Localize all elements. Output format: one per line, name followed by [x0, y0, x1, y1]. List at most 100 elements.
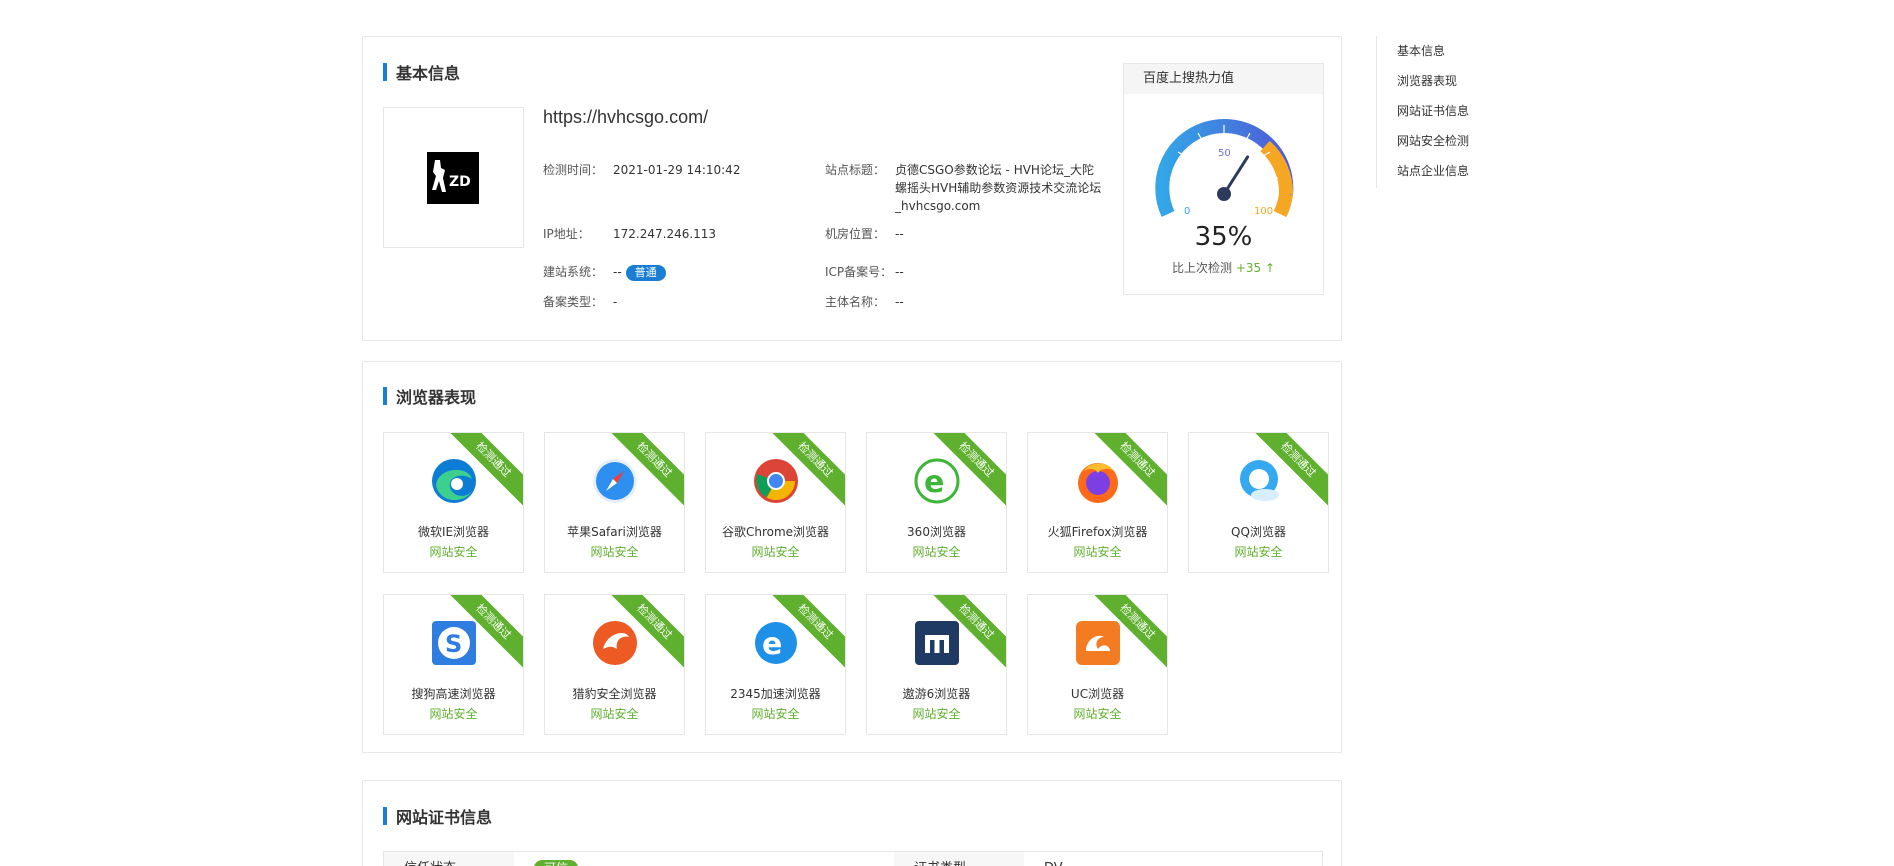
browser-panel-title: 浏览器表现: [383, 386, 476, 407]
browser-card-chrome: 检测通过 谷歌Chrome浏览器 网站安全: [705, 432, 846, 573]
cert-type-label: 证书类型: [894, 852, 1024, 866]
basic-info-panel: 基本信息 ZD https://hvhcsgo.com/ 检测时间： 2021-…: [362, 36, 1342, 341]
ip-label: IP地址：: [543, 227, 590, 241]
safari-icon: [593, 459, 637, 503]
owner-label: 主体名称：: [825, 295, 886, 309]
browser-card-uc: 检测通过 UC浏览器 网站安全: [1027, 594, 1168, 735]
browser-status: 网站安全: [590, 545, 639, 559]
edge-icon: [432, 459, 476, 503]
gauge-hub: [1217, 187, 1231, 201]
heat-gauge-card: 百度上搜热力值 0 50 100 35% 比上次检测 +35 ↑: [1123, 63, 1324, 295]
heat-gauge-compare: 比上次检测 +35 ↑: [1124, 259, 1323, 276]
browser-name: UC浏览器: [1070, 687, 1125, 701]
owner-value: --: [895, 295, 904, 309]
gauge-tick-max: 100: [1254, 206, 1273, 217]
browser-card-maxthon: 检测通过 遨游6浏览器 网站安全: [866, 594, 1007, 735]
section-nav: 基本信息 浏览器表现 网站证书信息 网站安全检测 站点企业信息: [1376, 36, 1476, 188]
browser-status: 网站安全: [1234, 545, 1283, 559]
browser-status: 网站安全: [1073, 707, 1122, 721]
cms-value: --: [613, 265, 622, 279]
site-logo-box: ZD: [383, 107, 524, 248]
browser-card-2345: 检测通过 e 2345加速浏览器 网站安全: [705, 594, 846, 735]
gauge-tick-min: 0: [1184, 206, 1190, 217]
site-url[interactable]: https://hvhcsgo.com/: [543, 107, 708, 128]
gauge-arc-orange: [1273, 192, 1293, 218]
cms-value-wrap: -- 普通: [613, 263, 666, 281]
nav-item-browser[interactable]: 浏览器表现: [1397, 72, 1457, 89]
heat-gauge: 0 50 100: [1155, 119, 1294, 218]
room-value: --: [895, 227, 904, 241]
cert-panel: 网站证书信息 信任状态 可信 证书类型 DV: [362, 780, 1342, 866]
cert-table: 信任状态 可信 证书类型 DV: [383, 851, 1323, 866]
browser-name: 火狐Firefox浏览器: [1047, 525, 1148, 539]
nav-item-enterprise[interactable]: 站点企业信息: [1397, 162, 1469, 179]
cert-panel-title: 网站证书信息: [383, 806, 492, 827]
2345-browser-icon: e: [755, 622, 797, 664]
uc-browser-icon: [1076, 621, 1120, 665]
nav-item-security[interactable]: 网站安全检测: [1397, 132, 1469, 149]
browser-card-safari: 检测通过 苹果Safari浏览器 网站安全: [544, 432, 685, 573]
browser-card-360: 检测通过 e 360浏览器 网站安全: [866, 432, 1007, 573]
maxthon-icon: [915, 621, 959, 665]
site-title-label: 站点标题：: [825, 163, 886, 177]
browser-name: 谷歌Chrome浏览器: [721, 525, 830, 539]
trust-label: 信任状态: [384, 852, 514, 866]
svg-text:e: e: [762, 627, 782, 662]
svg-text:e: e: [924, 465, 944, 500]
browser-name: QQ浏览器: [1231, 525, 1286, 539]
site-title-line1: 贞德CSGO参数论坛 - HVH论坛_大陀: [895, 163, 1094, 177]
site-title-line3: _hvhcsgo.com: [895, 199, 981, 213]
record-type-label: 备案类型：: [543, 295, 604, 309]
browser-name: 搜狗高速浏览器: [411, 687, 496, 701]
cms-badge: 普通: [625, 264, 666, 281]
browser-card-ie: 检测通过 微软IE浏览器 网站安全: [383, 432, 524, 573]
browser-panel: 浏览器表现 检测通过 微软IE浏览器 网站安全 检测通过 苹果Safari浏览器…: [362, 361, 1342, 753]
browser-card-liebao: 检测通过 猎豹安全浏览器 网站安全: [544, 594, 685, 735]
site-logo: ZD: [427, 152, 479, 204]
browser-status: 网站安全: [1073, 545, 1122, 559]
qq-browser-icon: [1240, 460, 1279, 501]
nav-item-basic-info[interactable]: 基本信息: [1397, 42, 1445, 59]
sogou-browser-icon: S: [432, 621, 476, 665]
browser-name: 360浏览器: [907, 525, 966, 539]
browser-name: 猎豹安全浏览器: [572, 687, 657, 701]
compare-label: 比上次检测: [1171, 261, 1232, 275]
ip-value: 172.247.246.113: [613, 227, 717, 241]
trust-value-cell: 可信: [514, 852, 894, 866]
browser-name: 微软IE浏览器: [417, 525, 490, 539]
browser-name: 遨游6浏览器: [902, 687, 971, 701]
liebao-browser-icon: [593, 621, 637, 665]
trust-badge: 可信: [534, 860, 579, 866]
heat-gauge-value: 35%: [1194, 222, 1253, 252]
browser-card-sogou: 检测通过 S 搜狗高速浏览器 网站安全: [383, 594, 524, 735]
360-browser-icon: e: [914, 458, 960, 504]
firefox-icon: [1078, 463, 1118, 503]
record-type-value: -: [613, 295, 618, 309]
chrome-icon: [754, 459, 798, 503]
gauge-tick-mid: 50: [1218, 148, 1231, 159]
browser-status: 网站安全: [912, 545, 961, 559]
compare-delta: +35 ↑: [1235, 261, 1276, 275]
browser-card-firefox: 检测通过 火狐Firefox浏览器 网站安全: [1027, 432, 1168, 573]
cert-type-value: DV: [1024, 852, 1324, 866]
site-title-line2: 螺摇头HVH辅助参数资源技术交流论坛: [895, 181, 1102, 195]
browser-name: 苹果Safari浏览器: [567, 525, 662, 539]
heat-gauge-title: 百度上搜热力值: [1124, 64, 1323, 94]
icp-label: ICP备案号：: [825, 265, 893, 279]
browser-status: 网站安全: [590, 707, 639, 721]
room-label: 机房位置：: [825, 227, 886, 241]
browser-status: 网站安全: [751, 545, 800, 559]
icp-value: --: [895, 265, 904, 279]
cms-label: 建站系统：: [543, 265, 604, 279]
browser-status: 网站安全: [429, 545, 478, 559]
logo-text: ZD: [449, 174, 471, 190]
basic-info-title: 基本信息: [383, 62, 460, 83]
browser-status: 网站安全: [751, 707, 800, 721]
browser-status: 网站安全: [429, 707, 478, 721]
browser-status: 网站安全: [912, 707, 961, 721]
nav-item-cert[interactable]: 网站证书信息: [1397, 102, 1469, 119]
svg-text:S: S: [445, 630, 462, 658]
browser-card-qq: 检测通过 QQ浏览器 网站安全: [1188, 432, 1329, 573]
check-time-value: 2021-01-29 14:10:42: [613, 163, 741, 177]
browser-name: 2345加速浏览器: [730, 687, 821, 701]
